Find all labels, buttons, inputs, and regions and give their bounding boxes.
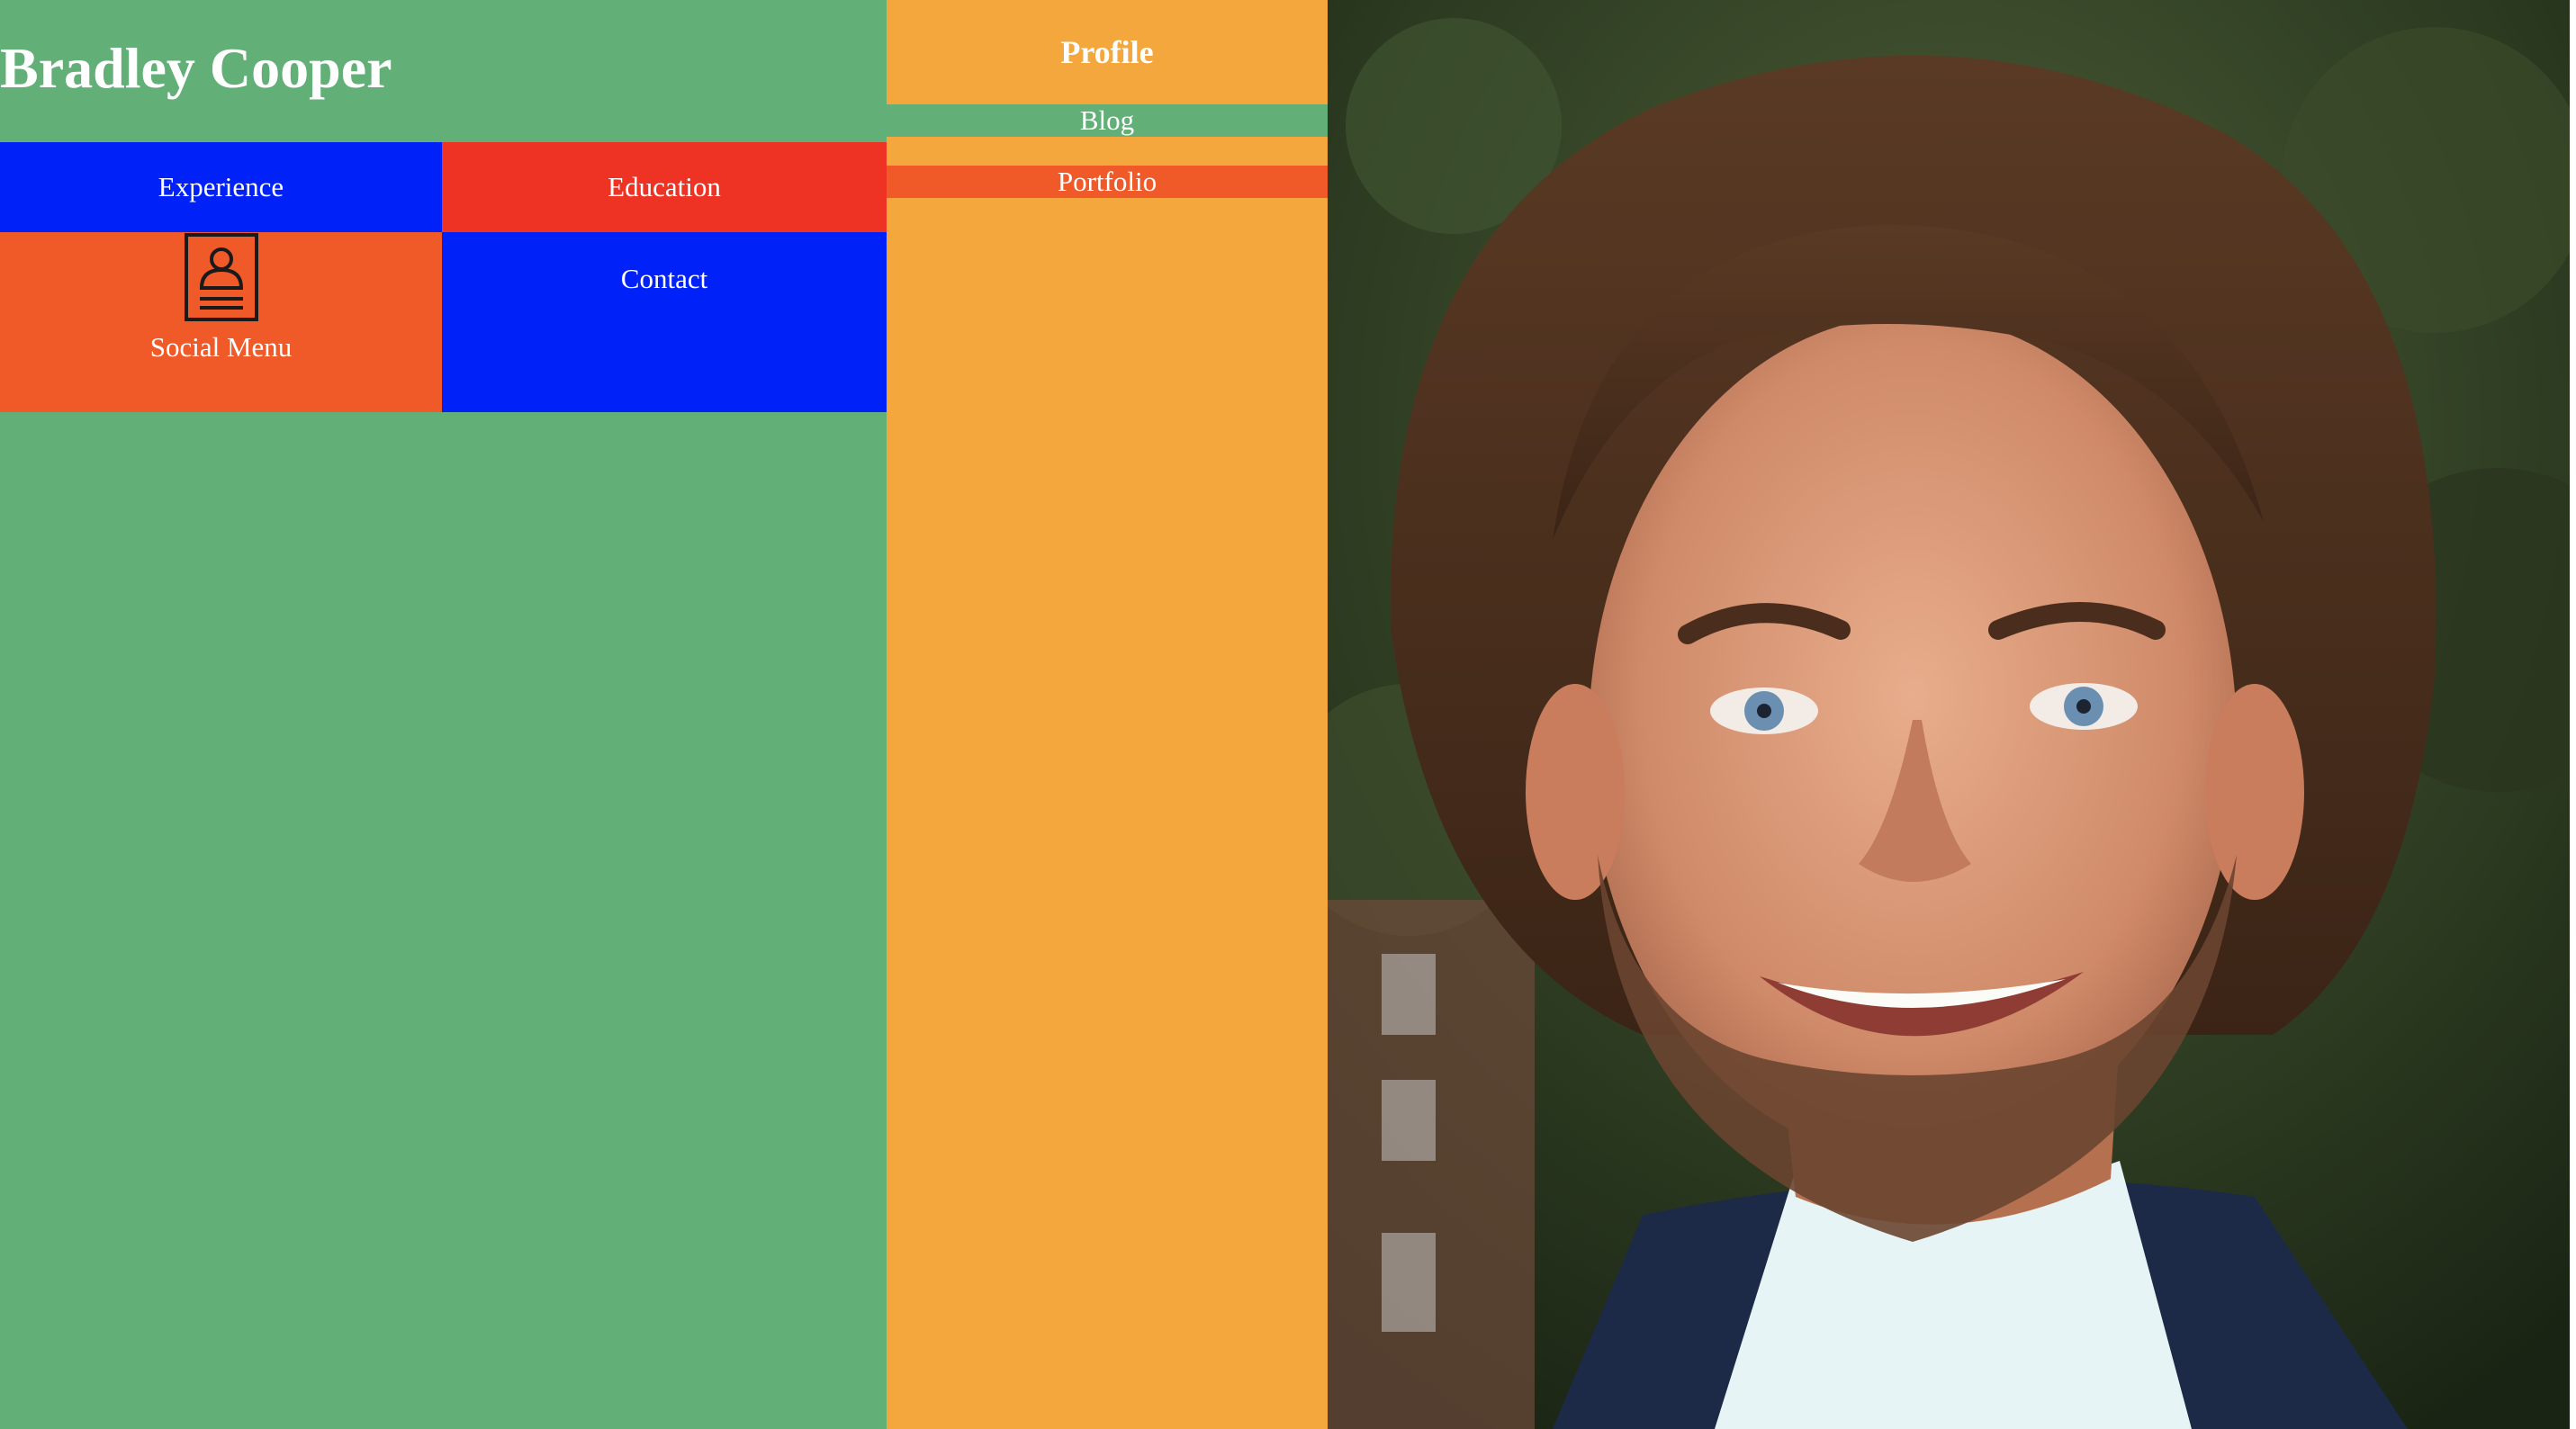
left-panel: Bradley Cooper Experience Education Soci… bbox=[0, 0, 887, 1429]
nav-tile-experience-label: Experience bbox=[158, 171, 284, 202]
page: Bradley Cooper Experience Education Soci… bbox=[0, 0, 2576, 1429]
side-menu-portfolio-label: Portfolio bbox=[1057, 166, 1157, 197]
side-menu-portfolio[interactable]: Portfolio bbox=[887, 166, 1328, 198]
profile-card-icon bbox=[184, 232, 259, 322]
side-menu-blog[interactable]: Blog bbox=[887, 104, 1328, 137]
side-menu-profile-label: Profile bbox=[1060, 34, 1154, 70]
side-menu: Profile Blog Portfolio bbox=[887, 0, 1328, 1429]
page-title: Bradley Cooper bbox=[0, 36, 392, 100]
nav-tile-education-label: Education bbox=[608, 171, 721, 202]
profile-photo bbox=[1328, 0, 2570, 1429]
nav-tile-social-menu[interactable]: Social Menu bbox=[0, 232, 442, 412]
page-edge bbox=[2570, 0, 2576, 1429]
side-menu-blog-label: Blog bbox=[1079, 104, 1135, 136]
nav-tile-experience[interactable]: Experience bbox=[0, 142, 442, 232]
nav-tile-social-menu-label: Social Menu bbox=[149, 331, 293, 363]
side-menu-profile[interactable]: Profile bbox=[887, 0, 1328, 104]
nav-tile-contact-label: Contact bbox=[620, 263, 708, 294]
nav-tile-contact[interactable]: Contact bbox=[442, 232, 887, 412]
nav-tile-education[interactable]: Education bbox=[442, 142, 887, 232]
